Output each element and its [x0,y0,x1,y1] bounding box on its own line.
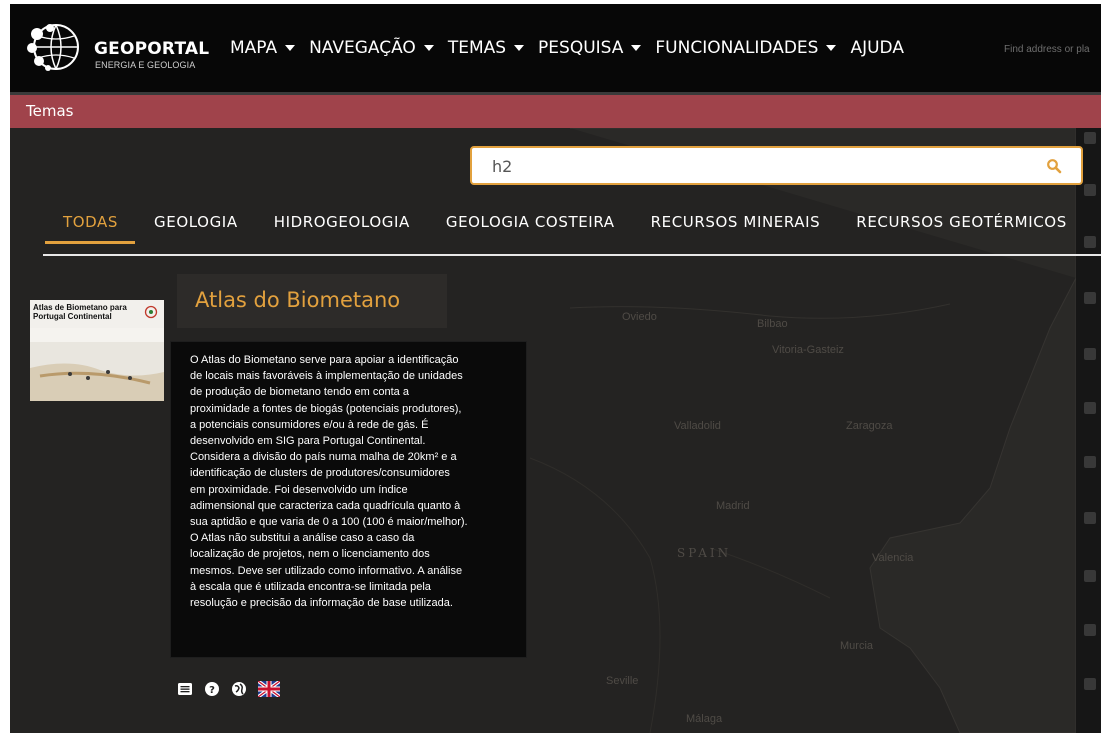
theme-search-box [470,146,1083,185]
layers-icon[interactable] [1084,132,1096,144]
tab-hidrogeologia[interactable]: HIDROGEOLOGIA [256,213,428,231]
uk-flag-icon[interactable] [258,681,280,697]
menu-ajuda[interactable]: AJUDA [850,38,904,58]
metadata-icon[interactable] [177,681,193,697]
menu-temas-label: TEMAS [447,38,507,58]
map-label-valencia: Valencia [872,552,914,564]
menu-pesquisa-label: PESQUISA [538,38,624,58]
tooltip-line: mesmos. Deve ser utilizado como informat… [190,564,463,577]
map-label-vitoria: Vitoria-Gasteiz [772,344,844,356]
tooltip-line: O Atlas do Biometano serve para apoiar a… [190,354,459,366]
edit-icon[interactable] [1084,624,1096,636]
caret-down-icon [285,45,296,51]
result-title[interactable]: Atlas do Biometano [195,288,400,312]
search-icon[interactable] [1046,158,1062,174]
category-tabs: TODAS GEOLOGIA HIDROGEOLOGIA GEOLOGIA CO… [45,213,1085,231]
menu-mapa[interactable]: MAPA [230,38,296,58]
tooltip-text: O Atlas do Biometano serve para apoiar a… [190,352,520,611]
tab-geologia[interactable]: GEOLOGIA [136,213,256,231]
map-label-malaga: Málaga [686,713,723,725]
tab-geologia-costeira[interactable]: GEOLOGIA COSTEIRA [428,213,633,231]
sort-icon[interactable] [1084,456,1096,468]
caret-down-icon [514,45,525,51]
svg-text:?: ? [209,685,215,696]
result-actions: ? [177,681,291,697]
caret-down-icon [826,45,837,51]
settings-icon[interactable] [1084,678,1096,690]
thumbnail-image [30,328,164,401]
tabs-divider [43,254,1101,256]
map-label-zaragoza: Zaragoza [846,420,893,432]
temas-panel-header: Temas [10,95,1101,128]
share-icon[interactable] [1084,570,1096,582]
caret-down-icon [631,45,642,51]
tooltip-line: sua aptidão e que varia de 0 a 100 (100 … [190,516,468,529]
result-title-card[interactable]: Atlas do Biometano [177,274,447,328]
menu-funcionalidades-label: FUNCIONALIDADES [655,38,819,58]
list-icon[interactable] [1084,292,1096,304]
menu-ajuda-label: AJUDA [850,38,904,58]
bookmark-icon[interactable] [1084,184,1096,196]
menu-temas[interactable]: TEMAS [447,38,525,58]
tooltip-line: resolução e precisão da informação de ba… [190,597,453,610]
thumbnail-title: Atlas de Biometano para Portugal Contine… [33,303,127,321]
geoportal-logo[interactable] [26,22,80,72]
tooltip-line: adimensional que caracteriza cada quadrí… [190,499,461,512]
map-label-spain: SPAIN [677,546,732,560]
menu-mapa-label: MAPA [230,38,278,58]
tooltip-line: em proximidade. Foi desenvolvido um índi… [190,483,408,496]
panel-title: Temas [26,102,74,120]
result-thumbnail[interactable]: Atlas de Biometano para Portugal Contine… [30,300,164,401]
print-icon[interactable] [1084,402,1096,414]
brand-subtitle: ENERGIA E GEOLOGIA [95,60,196,70]
menu-navegacao-label: NAVEGAÇÃO [309,38,416,58]
menu-pesquisa[interactable]: PESQUISA [538,38,642,58]
menu-funcionalidades[interactable]: FUNCIONALIDADES [655,38,837,58]
tooltip-line: desenvolvido em SIG para Portugal Contin… [190,435,426,448]
top-navbar: GEOPORTAL ENERGIA E GEOLOGIA MAPA NAVEGA… [10,4,1101,92]
description-tooltip: O Atlas do Biometano serve para apoiar a… [170,341,527,658]
tools-icon[interactable] [1084,512,1096,524]
tooltip-line: de locais mais favoráveis à implementaçã… [190,370,463,383]
menu-navegacao[interactable]: NAVEGAÇÃO [309,38,434,58]
brand-title[interactable]: GEOPORTAL [94,39,209,59]
tooltip-line: Considera a divisão do país numa malha d… [190,451,457,464]
main-menu: MAPA NAVEGAÇÃO TEMAS PESQUISA FUNCIONALI… [230,38,918,58]
theme-search-input[interactable] [492,155,1012,177]
tab-recursos-minerais[interactable]: RECURSOS MINERAIS [633,213,839,231]
map-label-oviedo: Oviedo [622,311,657,323]
tab-todas[interactable]: TODAS [45,213,136,231]
app-window: GEOPORTAL ENERGIA E GEOLOGIA MAPA NAVEGA… [10,4,1101,733]
tooltip-line: a potenciais consumidores e/ou à rede de… [190,418,429,431]
tab-recursos-geotermicos[interactable]: RECURSOS GEOTÉRMICOS [838,213,1085,231]
active-tab-indicator [45,241,135,244]
map-label-valladolid: Valladolid [674,420,721,432]
address-search-input[interactable]: Find address or pla [1004,44,1090,55]
map-label-bilbao: Bilbao [757,318,788,330]
tooltip-line: de produção de biometano tendo em conta … [190,386,409,399]
info-icon[interactable] [1084,348,1096,360]
tooltip-line: localização de projetos, nem o licenciam… [190,548,430,561]
caret-down-icon [423,45,434,51]
tooltip-line: proximidade a fontes de biogás (potencia… [190,402,462,415]
tooltip-line: à escala que é utilizada encontra-se lim… [190,580,431,593]
grid-icon[interactable] [1084,236,1096,248]
map-label-madrid: Madrid [716,500,750,512]
map-label-seville: Seville [606,675,639,687]
help-icon[interactable]: ? [204,681,220,697]
tooltip-line: identificação de clusters de produtores/… [190,467,450,480]
lneg-logo-icon [144,305,158,319]
globe-icon[interactable] [231,681,247,697]
map-label-murcia: Murcia [840,640,874,652]
tooltip-line: O Atlas não substitui a análise caso a c… [190,532,415,545]
